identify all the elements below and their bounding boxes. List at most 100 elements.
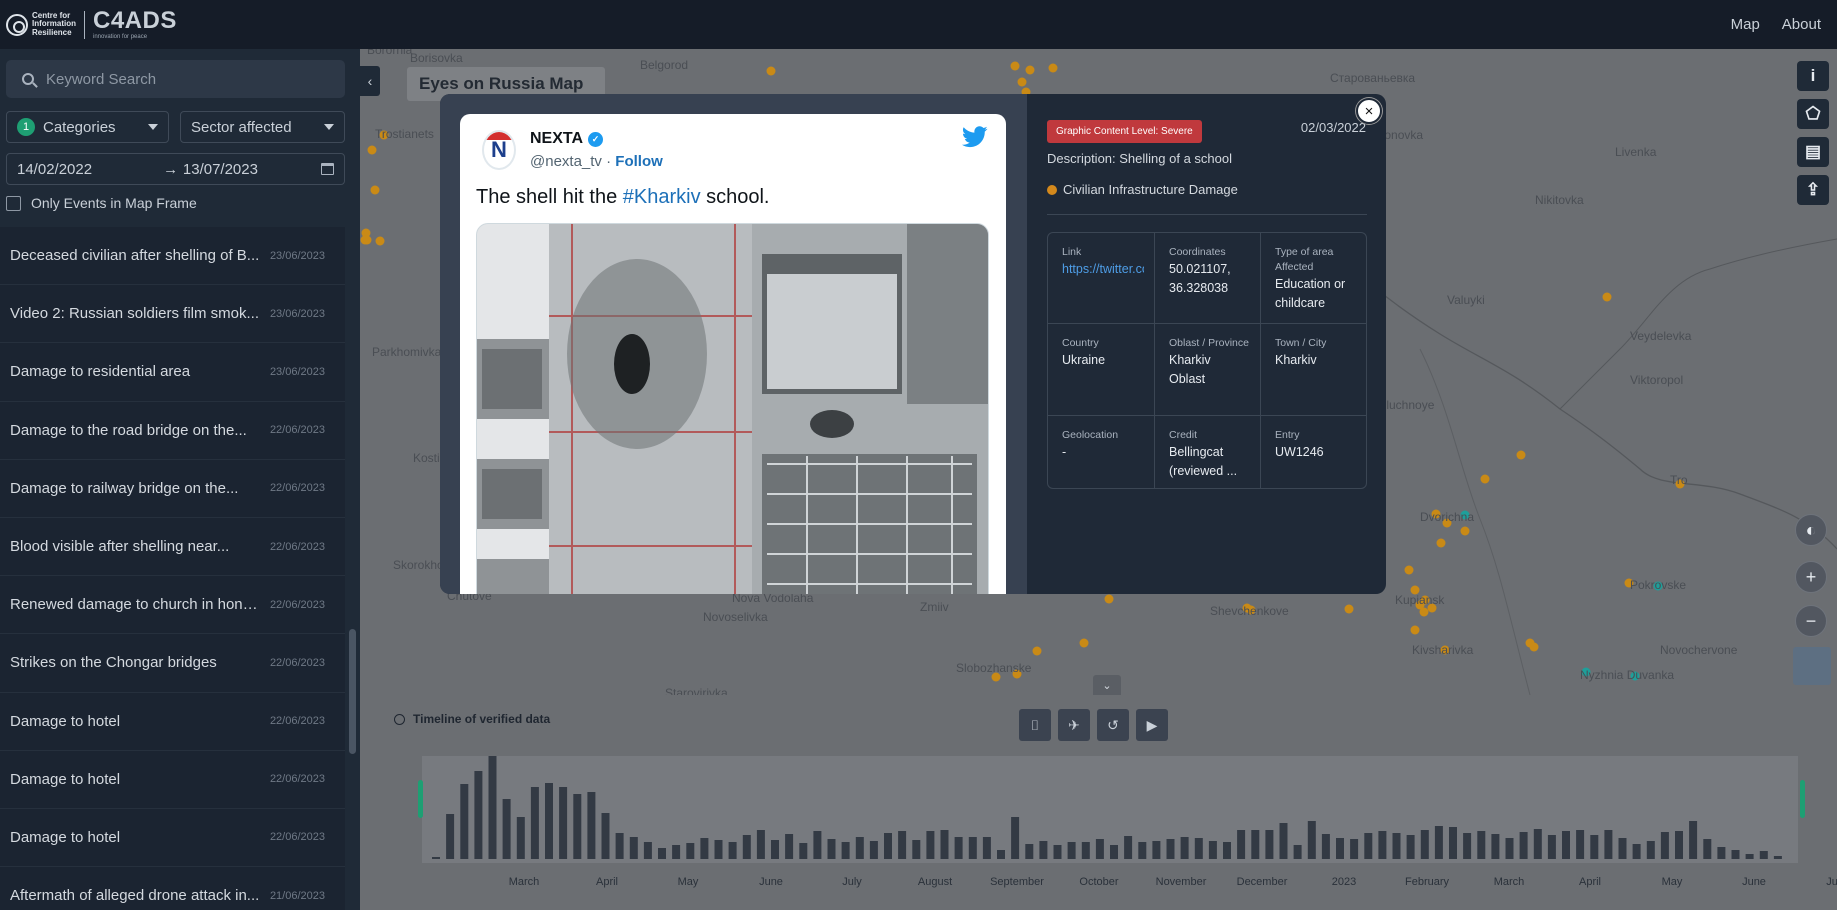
timeline-bar [968, 837, 977, 859]
event-marker[interactable] [1017, 77, 1027, 87]
info-button[interactable]: i [1797, 61, 1829, 91]
only-events-filter[interactable]: Only Events in Map Frame [6, 195, 197, 211]
event-marker[interactable] [1344, 604, 1354, 614]
date-to[interactable]: 13/07/2023 [183, 161, 321, 178]
search-box[interactable] [6, 60, 345, 98]
tweet-photo[interactable] [476, 223, 989, 594]
event-marker[interactable] [1010, 61, 1020, 71]
tweet-embed[interactable]: N NEXTA ✓ @nexta_tv · Follow The shell h… [460, 114, 1006, 594]
event-list-item[interactable]: Video 2: Russian soldiers film smok... 23… [0, 285, 345, 344]
reset-button[interactable]: ↺ [1097, 709, 1129, 741]
event-list-item[interactable]: Aftermath of alleged drone attack in... 2… [0, 867, 345, 910]
tweet-hashtag[interactable]: #Kharkiv [623, 186, 701, 208]
date-arrow-icon: → [163, 160, 179, 178]
fit-range-button[interactable]: ⌷ [1019, 709, 1051, 741]
event-marker[interactable] [1460, 526, 1470, 536]
layers-button[interactable]: ◐ [1795, 514, 1827, 546]
event-marker[interactable] [367, 145, 377, 155]
nav-about-link[interactable]: About [1782, 16, 1821, 33]
event-title: Strikes on the Chongar bridges [10, 654, 217, 672]
event-list-item[interactable]: Deceased civilian after shelling of B...… [0, 227, 345, 286]
timeline-bar [742, 835, 751, 859]
tweet-follow-button[interactable]: Follow [615, 153, 663, 170]
timeline-month-label: 2023 [1331, 876, 1357, 888]
event-list-item[interactable]: Damage to railway bridge on the... 22/06/… [0, 459, 345, 518]
timeline-start-handle[interactable] [418, 780, 423, 818]
event-list-item[interactable]: Damage to hotel 22/06/2023 [0, 808, 345, 868]
event-marker[interactable] [1079, 638, 1089, 648]
collapse-sidebar-button[interactable]: ‹ [360, 66, 380, 96]
only-events-checkbox[interactable] [6, 195, 21, 211]
event-marker[interactable] [375, 236, 385, 246]
search-icon [22, 73, 34, 85]
event-marker[interactable] [360, 235, 370, 245]
event-marker[interactable] [1410, 625, 1420, 635]
timeline-bar [1773, 856, 1782, 859]
zoom-out-button[interactable]: − [1795, 605, 1827, 637]
timeline-bar [1180, 837, 1189, 859]
event-date: 21/06/2023 [269, 889, 325, 902]
event-marker[interactable] [1404, 565, 1414, 575]
event-list-item[interactable]: Damage to hotel 22/06/2023 [0, 692, 345, 751]
event-marker[interactable] [1436, 538, 1446, 548]
timeline-bar [1703, 839, 1712, 859]
timeline-chart[interactable] [422, 754, 1798, 863]
nexta-avatar[interactable]: N [482, 130, 516, 170]
event-marker[interactable] [1104, 594, 1114, 604]
chevron-down-icon [324, 124, 334, 130]
event-list-item[interactable]: Damage to the road bridge on the... 22/06… [0, 401, 345, 460]
detail-label: Coordinates [1169, 246, 1226, 258]
event-title: Damage to hotel [10, 828, 121, 846]
event-marker[interactable] [370, 185, 380, 195]
event-list-item[interactable]: Damage to residential area 23/06/2023 [0, 343, 345, 402]
tweet-author-name[interactable]: NEXTA [530, 130, 583, 148]
scrollbar-thumb[interactable] [349, 629, 356, 754]
tweet-author[interactable]: NEXTA ✓ [530, 130, 604, 148]
timeline-bar [1307, 821, 1316, 859]
event-list-item[interactable]: Blood visible after shelling near... 22/0… [0, 517, 345, 577]
detail-link[interactable]: https://twitter.com/next... [1062, 260, 1144, 279]
draw-area-button[interactable]: ⬠ [1797, 99, 1829, 129]
map-place-label: Veydelevka [1630, 329, 1692, 343]
timeline-bar [1208, 841, 1217, 859]
event-marker[interactable] [1480, 474, 1490, 484]
map-place-label: Dvorichna [1420, 510, 1475, 524]
event-marker[interactable] [1419, 607, 1429, 617]
event-marker[interactable] [1032, 646, 1042, 656]
expand-timeline-button[interactable]: ⌄ [1093, 675, 1121, 695]
detail-value: - [1062, 445, 1067, 459]
event-marker[interactable] [1529, 642, 1539, 652]
event-list-item[interactable]: Strikes on the Chongar bridges 22/06/2023 [0, 634, 345, 693]
timeline-month-label: November [1155, 876, 1207, 888]
event-list-item[interactable]: Damage to hotel 22/06/2023 [0, 750, 345, 809]
categories-dropdown[interactable]: 1 Categories [6, 111, 169, 143]
event-marker[interactable] [1516, 450, 1526, 460]
play-button[interactable]: ▶ [1136, 709, 1168, 741]
date-from[interactable]: 14/02/2022 [17, 161, 163, 178]
tweet-handle[interactable]: @nexta_tv [530, 153, 602, 170]
timeline-month-label: April [595, 876, 619, 888]
event-marker[interactable] [1048, 63, 1058, 73]
twitter-icon[interactable] [962, 126, 988, 148]
zoom-in-button[interactable]: + [1795, 561, 1827, 593]
event-list-item[interactable]: Renewed damage to church in hono... 22/06… [0, 576, 345, 635]
basemap-switcher[interactable] [1793, 647, 1831, 685]
event-marker[interactable] [766, 66, 776, 76]
close-button[interactable]: × [1356, 98, 1382, 124]
school-building-photo [477, 224, 988, 594]
share-button[interactable]: ⇪ [1797, 175, 1829, 205]
timeline-end-handle[interactable] [1800, 780, 1805, 818]
calendar-icon[interactable] [321, 163, 334, 175]
list-button[interactable]: ▤ [1797, 137, 1829, 167]
nav-map-link[interactable]: Map [1731, 16, 1760, 33]
date-range-picker[interactable]: 14/02/2022 → 13/07/2023 [6, 153, 345, 185]
sector-dropdown[interactable]: Sector affected [180, 111, 345, 143]
sidebar-scrollbar[interactable] [345, 49, 360, 910]
timeline-bar [869, 841, 878, 859]
search-input[interactable] [46, 70, 326, 88]
event-marker[interactable] [1602, 292, 1612, 302]
event-marker[interactable] [1025, 65, 1035, 75]
logo[interactable]: Centre for Information Resilience C4ADS … [6, 9, 177, 40]
timeline-bar [474, 771, 483, 859]
fly-button[interactable]: ✈ [1058, 709, 1090, 741]
